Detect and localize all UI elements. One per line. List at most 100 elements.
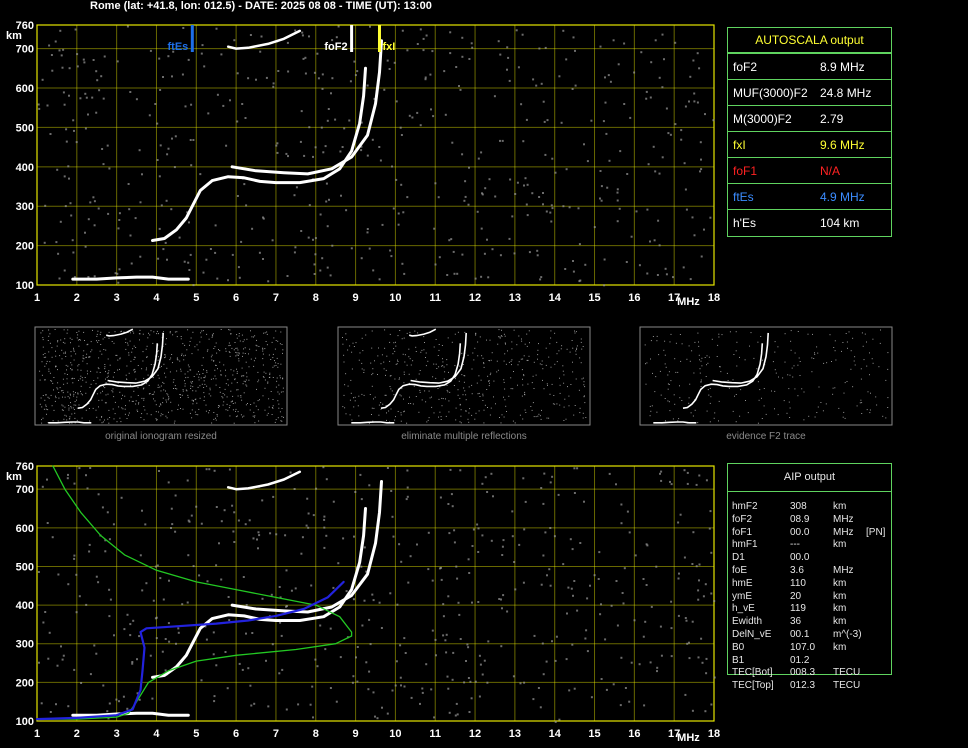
noise-dot xyxy=(599,613,602,616)
thumbnail-noise xyxy=(370,362,372,364)
thumbnail-noise xyxy=(203,392,205,394)
noise-dot xyxy=(498,598,501,600)
thumbnail-noise xyxy=(187,376,189,378)
thumbnail-noise xyxy=(125,348,127,350)
thumbnail-noise xyxy=(61,409,63,411)
thumbnail-noise xyxy=(774,341,776,343)
noise-dot xyxy=(661,156,664,159)
thumbnail-noise xyxy=(112,376,114,378)
thumbnail-noise xyxy=(255,357,257,359)
thumbnail-noise xyxy=(216,352,218,354)
noise-dot xyxy=(360,149,363,152)
noise-dot xyxy=(286,41,289,44)
thumbnail-noise xyxy=(668,384,670,385)
x-tick-label: 9 xyxy=(353,292,359,304)
noise-dot xyxy=(394,684,397,687)
thumbnail-noise xyxy=(400,414,402,416)
noise-dot xyxy=(652,145,655,148)
noise-dot xyxy=(319,269,322,272)
noise-dot xyxy=(411,116,414,119)
x-tick-label: 2 xyxy=(74,728,80,740)
thumbnail-noise xyxy=(275,419,277,421)
noise-dot xyxy=(152,599,155,602)
thumbnail-noise xyxy=(417,332,419,334)
thumbnail-noise xyxy=(392,353,394,355)
thumbnail-noise xyxy=(46,360,48,362)
thumbnail-noise xyxy=(441,405,443,407)
noise-dot xyxy=(255,78,257,81)
thumbnail-noise xyxy=(215,384,217,386)
thumbnail-noise xyxy=(650,358,651,360)
thumbnail-noise xyxy=(203,380,205,382)
noise-dot xyxy=(324,145,327,148)
noise-dot xyxy=(182,27,185,29)
thumbnail-noise xyxy=(562,370,564,372)
thumbnail-noise xyxy=(158,405,160,407)
y-tick-label: 300 xyxy=(16,201,34,213)
noise-dot xyxy=(162,76,164,78)
thumbnail-noise xyxy=(157,356,159,358)
thumbnail-noise xyxy=(159,366,161,368)
noise-dot xyxy=(430,108,432,111)
thumbnail-noise xyxy=(701,357,703,359)
thumbnail-noise xyxy=(504,353,506,355)
thumbnail-noise xyxy=(67,391,69,393)
noise-dot xyxy=(664,267,667,270)
thumbnail-noise xyxy=(735,350,737,352)
thumbnail-noise xyxy=(843,411,845,413)
noise-dot xyxy=(450,493,453,496)
thumbnail-noise xyxy=(710,396,712,398)
thumbnail-noise xyxy=(107,375,109,377)
noise-dot xyxy=(654,39,657,42)
thumbnail-noise xyxy=(721,334,723,336)
thumbnail-noise xyxy=(210,395,212,397)
noise-dot xyxy=(108,167,111,170)
thumbnail-noise xyxy=(415,396,417,397)
thumbnail-noise xyxy=(814,353,816,355)
thumbnail-noise xyxy=(707,389,709,391)
thumbnail-noise xyxy=(262,364,264,366)
noise-dot xyxy=(200,522,203,525)
noise-dot xyxy=(155,637,158,640)
thumbnail-noise xyxy=(524,394,526,396)
thumbnail-noise xyxy=(424,342,425,343)
autoscala-value: N/A xyxy=(820,164,841,178)
thumbnail-noise xyxy=(109,364,111,366)
thumbnail-noise xyxy=(235,416,237,418)
noise-dot xyxy=(542,673,545,676)
thumbnail-noise xyxy=(86,370,88,372)
thumbnail-noise xyxy=(463,387,465,389)
thumbnail-noise xyxy=(62,390,64,392)
thumbnail-noise xyxy=(63,418,65,420)
thumbnail-noise xyxy=(404,361,406,363)
thumbnail-noise xyxy=(236,389,238,391)
noise-dot xyxy=(542,203,544,206)
noise-dot xyxy=(518,543,521,546)
noise-dot xyxy=(476,523,479,526)
thumbnail-noise xyxy=(765,413,767,415)
noise-dot xyxy=(323,518,326,521)
thumbnail-noise xyxy=(133,359,135,360)
noise-dot xyxy=(174,530,177,533)
thumbnail-noise xyxy=(419,370,421,371)
thumbnail-noise xyxy=(862,345,864,347)
thumbnail-noise xyxy=(576,345,578,347)
thumbnail-noise xyxy=(660,394,662,396)
thumbnail-noise xyxy=(718,420,719,422)
noise-dot xyxy=(61,658,64,661)
thumbnail-noise xyxy=(148,384,150,386)
noise-dot xyxy=(603,284,606,287)
thumbnail-noise xyxy=(145,348,147,350)
thumbnail-noise xyxy=(105,402,107,404)
thumbnail-noise xyxy=(40,332,42,334)
thumbnail-noise xyxy=(487,407,488,408)
aip-unit: TECU xyxy=(833,680,861,692)
thumbnail-noise xyxy=(864,333,866,335)
thumbnail-noise xyxy=(85,392,87,394)
noise-dot xyxy=(46,104,49,107)
thumbnail-noise xyxy=(444,371,446,373)
thumbnail-noise xyxy=(122,408,124,410)
thumbnail-noise xyxy=(98,406,99,408)
noise-dot xyxy=(215,506,218,508)
thumbnail-noise xyxy=(257,371,259,373)
